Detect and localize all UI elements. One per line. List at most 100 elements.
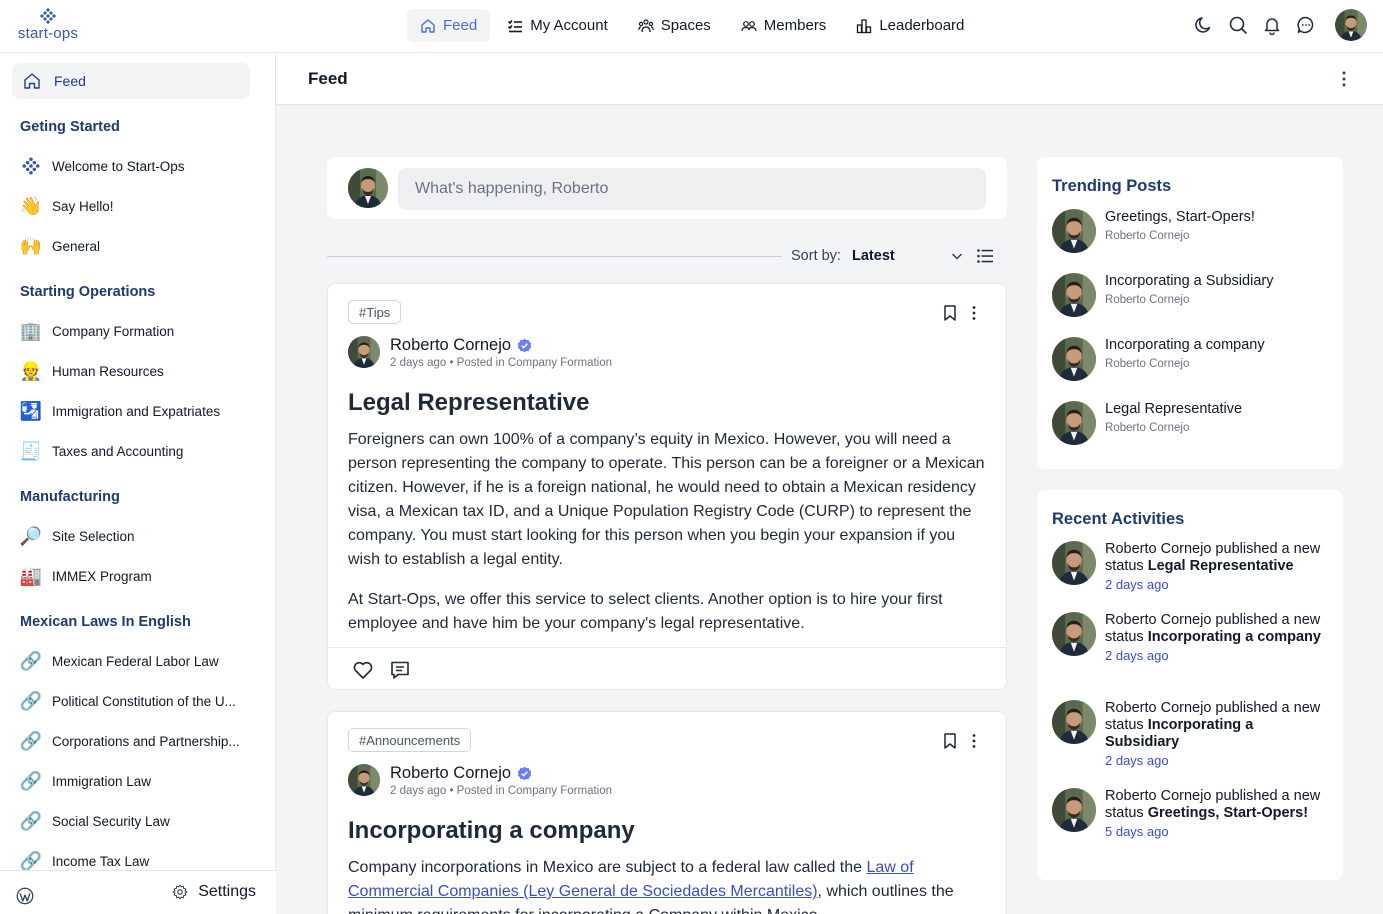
activity-target: Greetings, Start-Opers! — [1147, 805, 1309, 821]
avatar — [1052, 401, 1096, 445]
sidebar-item-label: Social Security Law — [52, 813, 170, 829]
link-icon: 🔗 — [20, 730, 43, 751]
sidebar-item-immigration[interactable]: 🛂 Immigration and Expatriates — [20, 396, 256, 426]
sidebar-item-welcome[interactable]: Welcome to Start-Ops — [20, 151, 256, 181]
brand-logo[interactable]: start-ops — [16, 8, 80, 44]
waving-hand-icon: 👋 — [20, 195, 43, 216]
post-title[interactable]: Legal Representative — [348, 389, 589, 417]
widget-title: Recent Activities — [1052, 510, 1185, 528]
sidebar-item-say-hello[interactable]: 👋 Say Hello! — [20, 191, 256, 221]
nav-leaderboard[interactable]: Leaderboard — [843, 9, 977, 42]
post-meta: 2 days ago • Posted in Company Formation — [390, 785, 613, 797]
sidebar-item-label: Taxes and Accounting — [52, 443, 184, 459]
nav-spaces[interactable]: Spaces — [625, 9, 724, 42]
avatar[interactable] — [348, 764, 380, 796]
sidebar-item-general[interactable]: 🙌 General — [20, 231, 256, 261]
brand-name: start-ops — [17, 25, 79, 42]
activity-user: Roberto Cornejo — [1105, 612, 1212, 628]
avatar-image — [1335, 9, 1367, 41]
post-card: #Tips Roberto Cornejo 2 days ago • Poste… — [327, 283, 1007, 690]
trending-post-item[interactable]: Greetings, Start-Opers! Roberto Cornejo — [1052, 209, 1332, 255]
sidebar-item-constitution[interactable]: 🔗 Political Constitution of the U... — [20, 686, 256, 716]
sidebar-item-social-security[interactable]: 🔗 Social Security Law — [20, 806, 256, 836]
composer-input[interactable] — [398, 168, 986, 210]
activity-target: Legal Representative — [1147, 558, 1294, 574]
search-button[interactable] — [1227, 14, 1249, 36]
sidebar-item-taxes[interactable]: 🧾 Taxes and Accounting — [20, 436, 256, 466]
avatar[interactable] — [348, 336, 380, 368]
nav-my-account[interactable]: My Account — [494, 9, 621, 42]
sidebar-item-human-resources[interactable]: 👷 Human Resources — [20, 356, 256, 386]
sidebar-item-immigration-law[interactable]: 🔗 Immigration Law — [20, 766, 256, 796]
post-title[interactable]: Incorporating a company — [348, 817, 635, 845]
passport-control-icon: 🛂 — [20, 400, 43, 421]
bookmark-icon[interactable] — [942, 304, 958, 322]
bookmark-icon[interactable] — [942, 732, 958, 750]
sidebar-item-label: Say Hello! — [52, 198, 114, 214]
avatar — [1052, 541, 1096, 585]
post-author[interactable]: Roberto Cornejo — [390, 764, 532, 783]
bell-icon — [1264, 18, 1280, 35]
user-avatar[interactable] — [1335, 9, 1367, 41]
settings-button[interactable]: Settings — [172, 883, 256, 901]
sort-dropdown[interactable]: Latest — [852, 245, 964, 267]
link-icon: 🔗 — [20, 850, 43, 871]
avatar — [1052, 612, 1096, 656]
avatar — [1052, 209, 1096, 253]
settings-label: Settings — [198, 883, 256, 900]
trending-posts-widget: Trending Posts Greetings, Start-Opers! R… — [1037, 157, 1343, 469]
trending-post-item[interactable]: Incorporating a Subsidiary Roberto Corne… — [1052, 273, 1332, 319]
trending-post-title: Incorporating a company — [1105, 337, 1265, 353]
post-tag[interactable]: #Tips — [348, 300, 402, 324]
notifications-button[interactable] — [1261, 14, 1283, 36]
trending-post-item[interactable]: Legal Representative Roberto Cornejo — [1052, 401, 1332, 447]
trending-post-title: Greetings, Start-Opers! — [1105, 209, 1255, 225]
sidebar-item-labor-law[interactable]: 🔗 Mexican Federal Labor Law — [20, 646, 256, 676]
sidebar-item-immex[interactable]: 🏭 IMMEX Program — [20, 561, 256, 591]
home-icon — [421, 18, 435, 33]
trending-post-author: Roberto Cornejo — [1105, 358, 1190, 370]
sidebar-item-feed[interactable]: Feed — [12, 63, 250, 99]
home-icon — [24, 73, 40, 89]
avatar-image — [1052, 337, 1096, 381]
more-options-icon[interactable] — [968, 732, 980, 750]
post-body: Company incorporations in Mexico are sub… — [348, 856, 988, 914]
activity-user: Roberto Cornejo — [1105, 700, 1212, 716]
content-header: Feed — [276, 53, 1383, 105]
avatar — [348, 168, 388, 208]
link-icon: 🔗 — [20, 810, 43, 831]
sidebar-item-label: Company Formation — [52, 323, 175, 339]
sidebar-item-corporations[interactable]: 🔗 Corporations and Partnership... — [20, 726, 256, 756]
main-nav: Feed My Account Spaces Members Leaderboa… — [407, 9, 977, 42]
messages-button[interactable] — [1295, 14, 1317, 36]
more-options-icon[interactable] — [1337, 70, 1351, 88]
dark-mode-toggle[interactable] — [1193, 14, 1215, 36]
more-options-icon[interactable] — [968, 304, 980, 322]
post-tag[interactable]: #Announcements — [348, 728, 472, 752]
verified-badge-icon — [517, 338, 532, 353]
sidebar-item-label: Welcome to Start-Ops — [52, 158, 185, 174]
heart-icon[interactable] — [352, 659, 374, 681]
raised-hands-icon: 🙌 — [20, 235, 43, 256]
chat-icon — [1297, 16, 1314, 34]
nav-feed[interactable]: Feed — [407, 9, 491, 42]
comment-icon[interactable] — [389, 659, 411, 681]
nav-members-label: Members — [763, 17, 827, 34]
nav-members[interactable]: Members — [728, 9, 840, 42]
view-list-icon[interactable] — [976, 247, 994, 265]
spaces-icon — [637, 18, 654, 32]
activity-user: Roberto Cornejo — [1105, 788, 1212, 804]
avatar — [1052, 700, 1096, 744]
factory-icon: 🏭 — [20, 565, 43, 586]
post-author[interactable]: Roberto Cornejo — [390, 336, 532, 355]
sidebar-item-site-selection[interactable]: 🔎 Site Selection — [20, 521, 256, 551]
link-icon: 🔗 — [20, 770, 43, 791]
page-title: Feed — [308, 69, 348, 88]
sidebar-item-company-formation[interactable]: 🏢 Company Formation — [20, 316, 256, 346]
trending-post-item[interactable]: Incorporating a company Roberto Cornejo — [1052, 337, 1332, 383]
wordpress-icon[interactable] — [16, 887, 34, 905]
nav-leaderboard-label: Leaderboard — [879, 17, 965, 34]
sidebar-section-title: Manufacturing — [20, 489, 120, 505]
avatar — [1052, 337, 1096, 381]
gear-icon — [172, 884, 188, 900]
